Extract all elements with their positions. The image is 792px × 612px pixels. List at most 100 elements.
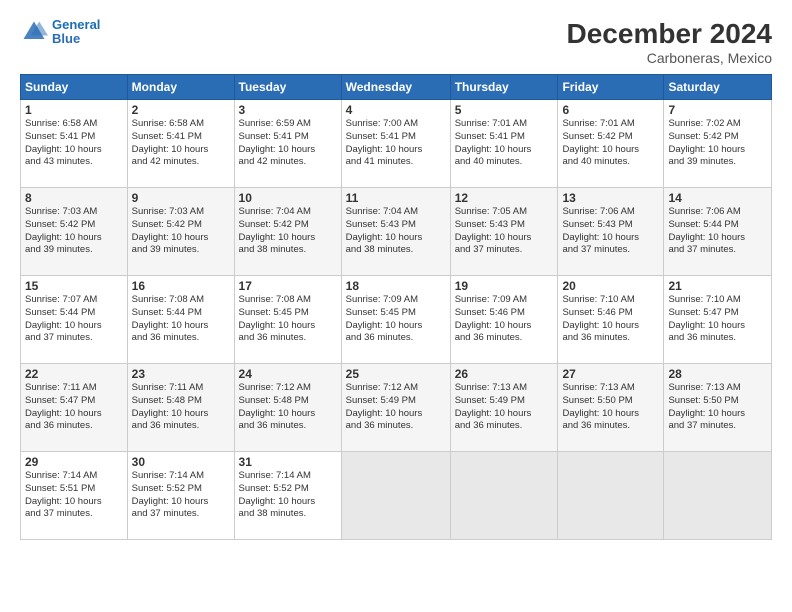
table-row: 17Sunrise: 7:08 AMSunset: 5:45 PMDayligh… [234,276,341,364]
day-info: Sunrise: 6:58 AMSunset: 5:41 PMDaylight:… [132,118,230,169]
day-info: Sunrise: 7:04 AMSunset: 5:42 PMDaylight:… [239,206,337,257]
calendar: SundayMondayTuesdayWednesdayThursdayFrid… [20,74,772,540]
day-number: 9 [132,191,230,205]
day-number: 28 [668,367,767,381]
day-number: 21 [668,279,767,293]
day-info: Sunrise: 7:14 AMSunset: 5:52 PMDaylight:… [132,470,230,521]
table-row: 28Sunrise: 7:13 AMSunset: 5:50 PMDayligh… [664,364,772,452]
day-number: 1 [25,103,123,117]
day-number: 14 [668,191,767,205]
table-row: 23Sunrise: 7:11 AMSunset: 5:48 PMDayligh… [127,364,234,452]
day-info: Sunrise: 7:01 AMSunset: 5:42 PMDaylight:… [562,118,659,169]
logo-general: General [52,17,100,32]
logo-text: General Blue [52,18,100,47]
table-row: 5Sunrise: 7:01 AMSunset: 5:41 PMDaylight… [450,100,558,188]
table-row: 27Sunrise: 7:13 AMSunset: 5:50 PMDayligh… [558,364,664,452]
day-info: Sunrise: 7:08 AMSunset: 5:44 PMDaylight:… [132,294,230,345]
day-info: Sunrise: 7:13 AMSunset: 5:49 PMDaylight:… [455,382,554,433]
col-header-tuesday: Tuesday [234,75,341,100]
table-row: 4Sunrise: 7:00 AMSunset: 5:41 PMDaylight… [341,100,450,188]
day-info: Sunrise: 7:06 AMSunset: 5:43 PMDaylight:… [562,206,659,257]
day-number: 6 [562,103,659,117]
day-info: Sunrise: 7:14 AMSunset: 5:52 PMDaylight:… [239,470,337,521]
col-header-saturday: Saturday [664,75,772,100]
day-number: 22 [25,367,123,381]
table-row: 19Sunrise: 7:09 AMSunset: 5:46 PMDayligh… [450,276,558,364]
day-number: 5 [455,103,554,117]
day-info: Sunrise: 7:08 AMSunset: 5:45 PMDaylight:… [239,294,337,345]
logo: General Blue [20,18,100,47]
day-info: Sunrise: 7:01 AMSunset: 5:41 PMDaylight:… [455,118,554,169]
day-info: Sunrise: 7:10 AMSunset: 5:46 PMDaylight:… [562,294,659,345]
table-row: 30Sunrise: 7:14 AMSunset: 5:52 PMDayligh… [127,452,234,540]
table-row: 21Sunrise: 7:10 AMSunset: 5:47 PMDayligh… [664,276,772,364]
day-number: 24 [239,367,337,381]
day-number: 10 [239,191,337,205]
day-number: 17 [239,279,337,293]
table-row: 25Sunrise: 7:12 AMSunset: 5:49 PMDayligh… [341,364,450,452]
col-header-monday: Monday [127,75,234,100]
day-info: Sunrise: 6:59 AMSunset: 5:41 PMDaylight:… [239,118,337,169]
day-info: Sunrise: 7:13 AMSunset: 5:50 PMDaylight:… [668,382,767,433]
table-row: 3Sunrise: 6:59 AMSunset: 5:41 PMDaylight… [234,100,341,188]
day-info: Sunrise: 7:13 AMSunset: 5:50 PMDaylight:… [562,382,659,433]
day-number: 15 [25,279,123,293]
table-row: 20Sunrise: 7:10 AMSunset: 5:46 PMDayligh… [558,276,664,364]
day-info: Sunrise: 7:05 AMSunset: 5:43 PMDaylight:… [455,206,554,257]
page: General Blue December 2024 Carboneras, M… [0,0,792,612]
day-info: Sunrise: 7:03 AMSunset: 5:42 PMDaylight:… [25,206,123,257]
day-info: Sunrise: 7:10 AMSunset: 5:47 PMDaylight:… [668,294,767,345]
day-number: 26 [455,367,554,381]
day-info: Sunrise: 7:07 AMSunset: 5:44 PMDaylight:… [25,294,123,345]
col-header-sunday: Sunday [21,75,128,100]
day-info: Sunrise: 7:11 AMSunset: 5:47 PMDaylight:… [25,382,123,433]
day-number: 23 [132,367,230,381]
col-header-friday: Friday [558,75,664,100]
table-row: 18Sunrise: 7:09 AMSunset: 5:45 PMDayligh… [341,276,450,364]
table-row: 29Sunrise: 7:14 AMSunset: 5:51 PMDayligh… [21,452,128,540]
table-row: 16Sunrise: 7:08 AMSunset: 5:44 PMDayligh… [127,276,234,364]
day-number: 16 [132,279,230,293]
col-header-thursday: Thursday [450,75,558,100]
header: General Blue December 2024 Carboneras, M… [20,18,772,66]
table-row: 13Sunrise: 7:06 AMSunset: 5:43 PMDayligh… [558,188,664,276]
day-info: Sunrise: 7:00 AMSunset: 5:41 PMDaylight:… [346,118,446,169]
day-info: Sunrise: 6:58 AMSunset: 5:41 PMDaylight:… [25,118,123,169]
day-number: 20 [562,279,659,293]
day-info: Sunrise: 7:02 AMSunset: 5:42 PMDaylight:… [668,118,767,169]
table-row: 7Sunrise: 7:02 AMSunset: 5:42 PMDaylight… [664,100,772,188]
day-number: 31 [239,455,337,469]
day-number: 2 [132,103,230,117]
day-number: 29 [25,455,123,469]
table-row: 12Sunrise: 7:05 AMSunset: 5:43 PMDayligh… [450,188,558,276]
day-info: Sunrise: 7:12 AMSunset: 5:48 PMDaylight:… [239,382,337,433]
table-row [664,452,772,540]
main-title: December 2024 [567,18,772,50]
day-info: Sunrise: 7:04 AMSunset: 5:43 PMDaylight:… [346,206,446,257]
day-number: 30 [132,455,230,469]
day-number: 25 [346,367,446,381]
day-number: 12 [455,191,554,205]
table-row [558,452,664,540]
day-info: Sunrise: 7:12 AMSunset: 5:49 PMDaylight:… [346,382,446,433]
table-row [450,452,558,540]
table-row: 10Sunrise: 7:04 AMSunset: 5:42 PMDayligh… [234,188,341,276]
day-info: Sunrise: 7:03 AMSunset: 5:42 PMDaylight:… [132,206,230,257]
table-row: 24Sunrise: 7:12 AMSunset: 5:48 PMDayligh… [234,364,341,452]
day-number: 27 [562,367,659,381]
subtitle: Carboneras, Mexico [567,50,772,66]
table-row: 8Sunrise: 7:03 AMSunset: 5:42 PMDaylight… [21,188,128,276]
logo-blue: Blue [52,31,80,46]
day-info: Sunrise: 7:09 AMSunset: 5:46 PMDaylight:… [455,294,554,345]
table-row: 11Sunrise: 7:04 AMSunset: 5:43 PMDayligh… [341,188,450,276]
logo-icon [20,18,48,46]
day-number: 13 [562,191,659,205]
day-number: 18 [346,279,446,293]
col-header-wednesday: Wednesday [341,75,450,100]
table-row: 6Sunrise: 7:01 AMSunset: 5:42 PMDaylight… [558,100,664,188]
day-info: Sunrise: 7:06 AMSunset: 5:44 PMDaylight:… [668,206,767,257]
table-row: 31Sunrise: 7:14 AMSunset: 5:52 PMDayligh… [234,452,341,540]
table-row [341,452,450,540]
day-info: Sunrise: 7:09 AMSunset: 5:45 PMDaylight:… [346,294,446,345]
table-row: 2Sunrise: 6:58 AMSunset: 5:41 PMDaylight… [127,100,234,188]
